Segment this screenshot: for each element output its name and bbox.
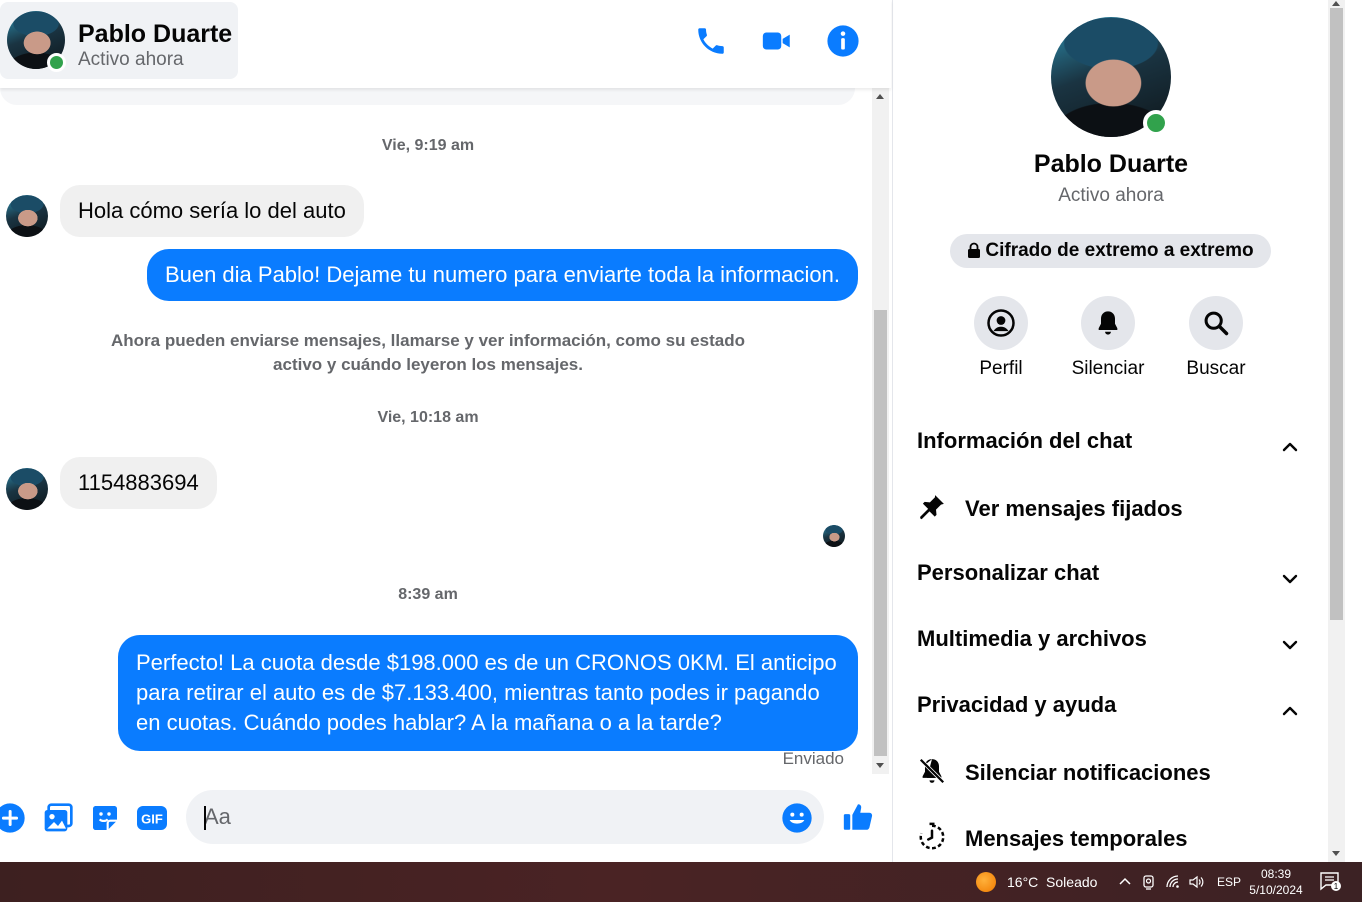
profile-button[interactable]: Perfil — [951, 296, 1051, 380]
system-note: Ahora pueden enviarse mensajes, llamarse… — [0, 329, 856, 377]
meet-now-icon[interactable] — [1140, 873, 1158, 891]
chat-pane: Pablo Duarte Activo ahora Vie, 9:19 am H… — [0, 0, 891, 862]
pinned-messages-item[interactable]: Ver mensajes fijados — [917, 486, 1307, 530]
timestamp: 8:39 am — [398, 586, 458, 603]
clock[interactable]: 08:39 5/10/2024 — [1244, 866, 1308, 898]
search-label: Buscar — [1186, 358, 1246, 379]
mute-notifications-label: Silenciar notificaciones — [965, 760, 1211, 785]
wifi-icon[interactable] — [1164, 873, 1182, 891]
section-media-files[interactable]: Multimedia y archivos — [917, 626, 1307, 666]
sent-status: Enviado — [782, 749, 844, 768]
temporary-messages-item[interactable]: Mensajes temporales — [917, 816, 1307, 860]
mute-button[interactable]: Silenciar — [1058, 296, 1158, 380]
temporary-messages-label: Mensajes temporales — [965, 826, 1188, 851]
online-indicator — [1143, 110, 1169, 136]
message-outgoing[interactable]: Buen dia Pablo! Dejame tu numero para en… — [146, 249, 858, 301]
clock-time: 08:39 — [1260, 867, 1292, 881]
pin-icon — [920, 495, 944, 520]
conversation-details-panel: Pablo Duarte Activo ahora Cifrado de ext… — [892, 0, 1329, 862]
bell-off-icon — [919, 758, 945, 784]
mute-notifications-item[interactable]: Silenciar notificaciones — [917, 750, 1307, 794]
scrollbar-thumb[interactable] — [874, 310, 887, 756]
composer: GIF — [0, 774, 891, 862]
plus-icon[interactable] — [0, 802, 26, 834]
like-icon[interactable] — [841, 800, 873, 832]
chevron-up-icon — [1282, 706, 1298, 716]
online-indicator — [47, 53, 66, 72]
windows-taskbar: 16°C Soleado ESP 08:39 5/10/2024 1 — [0, 862, 1362, 902]
section-privacy-help[interactable]: Privacidad y ayuda — [917, 692, 1307, 732]
encryption-label: Cifrado de extremo a extremo — [985, 240, 1254, 261]
gif-label: GIF — [141, 812, 163, 827]
bell-icon — [1081, 296, 1135, 350]
text-caret — [204, 806, 206, 830]
section-label: Información del chat — [917, 428, 1133, 453]
scroll-down-arrow[interactable] — [876, 763, 884, 768]
notification-center-icon[interactable]: 1 — [1320, 872, 1342, 892]
search-button[interactable]: Buscar — [1166, 296, 1266, 380]
gif-icon[interactable]: GIF — [136, 802, 168, 834]
mute-label: Silenciar — [1071, 358, 1145, 379]
chevron-up-icon[interactable] — [1116, 873, 1134, 891]
section-label: Privacidad y ayuda — [917, 692, 1117, 717]
previous-message-edge — [0, 88, 855, 105]
lock-icon — [968, 242, 981, 258]
chat-header: Pablo Duarte Activo ahora — [0, 0, 891, 88]
speaker-icon[interactable] — [1188, 873, 1206, 891]
timestamp: Vie, 9:19 am — [381, 137, 475, 154]
section-chat-info[interactable]: Información del chat — [917, 428, 1307, 468]
weather-text[interactable]: 16°C Soleado — [1007, 874, 1097, 890]
avatar[interactable] — [6, 468, 48, 510]
chevron-down-icon — [1282, 640, 1298, 650]
search-icon — [1189, 296, 1243, 350]
section-customize-chat[interactable]: Personalizar chat — [917, 560, 1307, 600]
message-input[interactable] — [186, 790, 824, 844]
scroll-up-arrow[interactable] — [876, 94, 884, 99]
section-label: Personalizar chat — [917, 560, 1100, 585]
contact-status: Activo ahora — [78, 49, 184, 70]
scroll-down-arrow[interactable] — [1332, 851, 1340, 856]
header-contact[interactable]: Pablo Duarte Activo ahora — [0, 2, 238, 79]
profile-icon — [974, 296, 1028, 350]
scrollbar-thumb[interactable] — [1330, 8, 1343, 620]
video-camera-icon[interactable] — [760, 24, 794, 58]
section-label: Multimedia y archivos — [917, 626, 1147, 651]
info-icon[interactable] — [826, 24, 860, 58]
notification-count: 1 — [1334, 882, 1339, 891]
read-receipt-avatar — [823, 525, 845, 547]
system-note-text: Ahora pueden enviarse mensajes, llamarse… — [111, 331, 745, 374]
profile-name: Pablo Duarte — [1033, 150, 1189, 178]
profile-label: Perfil — [979, 358, 1023, 379]
message-outgoing[interactable]: Perfecto! La cuota desde $198.000 es de … — [118, 635, 858, 751]
message-incoming[interactable]: 1154883694 — [60, 457, 217, 509]
chevron-up-icon — [1282, 442, 1298, 452]
language-indicator[interactable]: ESP — [1217, 875, 1241, 889]
scroll-up-arrow[interactable] — [1332, 1, 1340, 6]
pinned-messages-label: Ver mensajes fijados — [965, 496, 1183, 521]
panel-scrollbar[interactable] — [1328, 0, 1345, 862]
phone-icon[interactable] — [694, 24, 728, 58]
sun-icon[interactable] — [976, 872, 996, 892]
contact-name: Pablo Duarte — [78, 20, 233, 48]
emoji-icon[interactable] — [781, 802, 813, 834]
avatar[interactable] — [6, 195, 48, 237]
encryption-badge[interactable]: Cifrado de extremo a extremo — [950, 234, 1271, 268]
timer-icon — [919, 822, 945, 850]
timestamp: Vie, 10:18 am — [377, 409, 479, 426]
message-incoming[interactable]: Hola cómo sería lo del auto — [60, 185, 364, 237]
message-list[interactable]: Vie, 9:19 am Hola cómo sería lo del auto… — [0, 88, 870, 774]
image-icon[interactable] — [42, 802, 74, 834]
chat-scrollbar[interactable] — [872, 88, 889, 774]
sticker-icon[interactable] — [89, 802, 121, 834]
clock-date: 5/10/2024 — [1249, 883, 1303, 897]
chevron-down-icon — [1282, 574, 1298, 584]
profile-status: Activo ahora — [1058, 185, 1164, 206]
